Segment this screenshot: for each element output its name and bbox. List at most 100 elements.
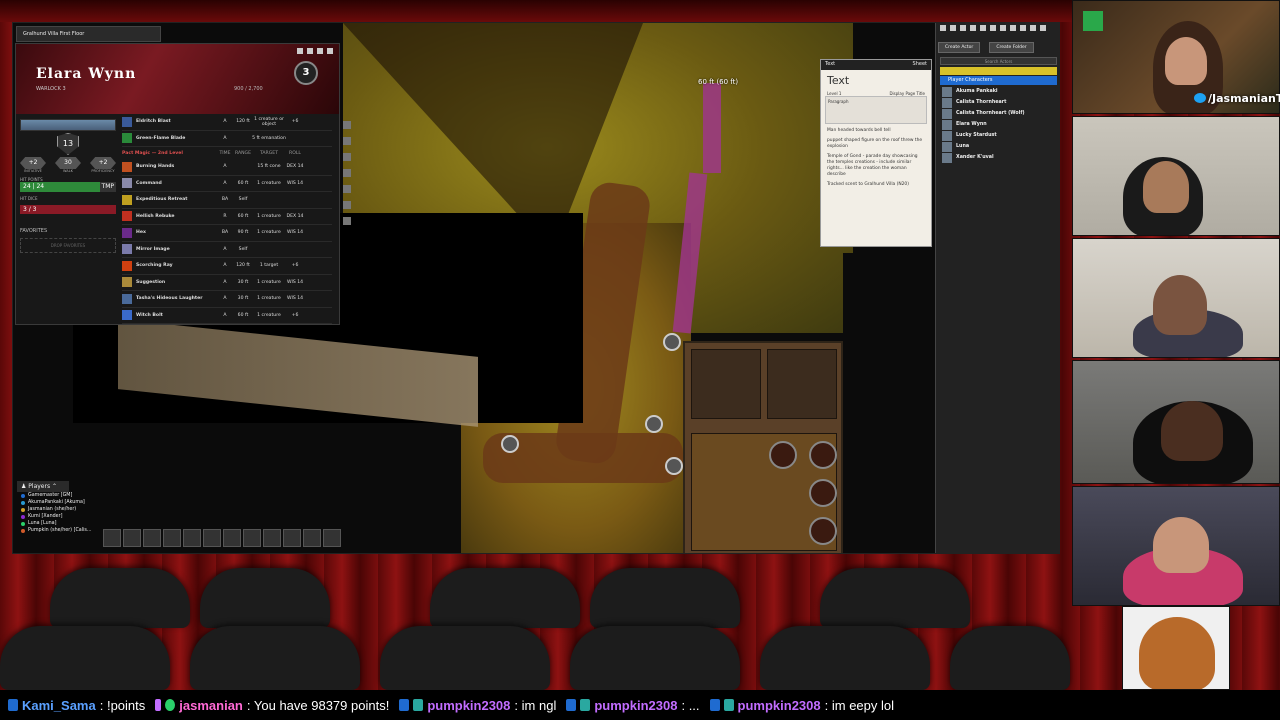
tab-icon[interactable]: [343, 137, 351, 145]
scene-tab[interactable]: Gralhund Villa First Floor: [16, 26, 161, 42]
spell-roll[interactable]: +6: [286, 119, 304, 124]
spell-name[interactable]: Expeditious Retreat: [136, 197, 216, 202]
player-entry[interactable]: Jasmanian (she/her): [17, 506, 97, 513]
display-title-toggle[interactable]: Display Page Title: [889, 91, 925, 96]
hp-bar[interactable]: 24 | 24 TMP: [20, 182, 116, 192]
spell-row[interactable]: Eldritch Blast A 120 ft 1 creature or objec…: [122, 114, 332, 131]
chat-tab-icon[interactable]: [940, 25, 946, 31]
macro-slot[interactable]: [323, 529, 341, 547]
enemy-token[interactable]: [809, 517, 837, 545]
editor-toolbar[interactable]: Paragraph: [825, 96, 927, 124]
spell-roll[interactable]: WIS 14: [286, 280, 304, 285]
spell-roll[interactable]: +6: [286, 313, 304, 318]
compendium-tab-icon[interactable]: [1030, 25, 1036, 31]
favorites-dropzone[interactable]: DROP FAVORITES: [20, 238, 116, 253]
spell-name[interactable]: Burning Hands: [136, 164, 216, 169]
spell-row[interactable]: Mirror Image A Self: [122, 242, 332, 258]
tab-icon[interactable]: [343, 201, 351, 209]
macro-slot[interactable]: [123, 529, 141, 547]
tables-tab-icon[interactable]: [1000, 25, 1006, 31]
enemy-token[interactable]: [769, 441, 797, 469]
spell-name[interactable]: Command: [136, 181, 216, 186]
create-actor-button[interactable]: Create Actor: [938, 42, 981, 53]
folder-row[interactable]: [940, 67, 1057, 75]
combat-tab-icon[interactable]: [950, 25, 956, 31]
macro-slot[interactable]: [103, 529, 121, 547]
spell-name[interactable]: Witch Bolt: [136, 313, 216, 318]
spell-roll[interactable]: DEX 14: [286, 164, 304, 169]
spell-row[interactable]: Witch Bolt A 60 ft 1 creature +6: [122, 308, 332, 324]
spell-row[interactable]: Tasha's Hideous Laughter A 30 ft 1 creature…: [122, 291, 332, 308]
journal-tab-icon[interactable]: [990, 25, 996, 31]
actor-entry[interactable]: Luna: [942, 141, 1059, 152]
macro-slot[interactable]: [143, 529, 161, 547]
settings-tab-icon[interactable]: [1040, 25, 1046, 31]
spell-row[interactable]: Suggestion A 30 ft 1 creature WIS 14: [122, 275, 332, 291]
spell-roll[interactable]: +6: [286, 263, 304, 268]
cards-tab-icon[interactable]: [1010, 25, 1016, 31]
spell-roll[interactable]: WIS 14: [286, 181, 304, 186]
macro-slot[interactable]: [303, 529, 321, 547]
player-token[interactable]: [663, 333, 681, 351]
spell-row[interactable]: Hellish Rebuke R 60 ft 1 creature DEX 14: [122, 209, 332, 225]
player-entry[interactable]: Pumpkin (she/her) [Calis...: [17, 527, 97, 534]
actor-search-input[interactable]: Search Actors: [940, 57, 1057, 65]
macro-slot[interactable]: [263, 529, 281, 547]
spell-name[interactable]: Green-Flame Blade: [136, 136, 216, 141]
star-icon[interactable]: [343, 217, 351, 225]
actors-tab-icon[interactable]: [970, 25, 976, 31]
macro-slot[interactable]: [203, 529, 221, 547]
player-entry[interactable]: Luna [Luna]: [17, 520, 97, 527]
spell-roll[interactable]: WIS 14: [286, 296, 304, 301]
spell-name[interactable]: Eldritch Blast: [136, 119, 216, 124]
items-tab-icon[interactable]: [980, 25, 986, 31]
players-header[interactable]: ♟ Players ⌃: [17, 481, 69, 492]
player-token[interactable]: [645, 415, 663, 433]
macro-slot[interactable]: [163, 529, 181, 547]
spell-name[interactable]: Tasha's Hideous Laughter: [136, 296, 216, 301]
macro-slot[interactable]: [283, 529, 301, 547]
spell-row[interactable]: Expeditious Retreat BA Self: [122, 192, 332, 209]
actor-entry[interactable]: Xander K'uval: [942, 152, 1059, 163]
tab-icon[interactable]: [343, 185, 351, 193]
close-icon[interactable]: [327, 48, 333, 54]
spell-row[interactable]: Scorching Ray A 120 ft 1 target +6: [122, 258, 332, 275]
actor-entry[interactable]: Elara Wynn: [942, 119, 1059, 130]
settings-icon[interactable]: [297, 48, 303, 54]
spell-name[interactable]: Hellish Rebuke: [136, 214, 216, 219]
actor-entry[interactable]: Calista Thornheart: [942, 97, 1059, 108]
scenes-tab-icon[interactable]: [960, 25, 966, 31]
player-token[interactable]: [665, 457, 683, 475]
actor-entry[interactable]: Akuma Pankaki: [942, 86, 1059, 97]
spell-roll[interactable]: WIS 14: [286, 230, 304, 235]
spell-row[interactable]: Green-Flame Blade A 5 ft emanation: [122, 131, 332, 147]
page-heading[interactable]: Text: [821, 70, 931, 91]
folder-player-characters[interactable]: Player Characters: [940, 76, 1057, 85]
macro-slot[interactable]: [243, 529, 261, 547]
spell-row[interactable]: Burning Hands A 15 ft cone DEX 14: [122, 159, 332, 176]
spell-name[interactable]: Scorching Ray: [136, 263, 216, 268]
playlists-tab-icon[interactable]: [1020, 25, 1026, 31]
create-folder-button[interactable]: Create Folder: [989, 42, 1034, 53]
page-body[interactable]: Man headed towards bell tell puppet shap…: [821, 124, 931, 196]
initiative-value[interactable]: +2: [20, 157, 46, 169]
spell-roll[interactable]: DEX 14: [286, 214, 304, 219]
player-entry[interactable]: Kumi [Xander]: [17, 513, 97, 520]
page-tab[interactable]: Text: [825, 61, 835, 69]
tab-icon[interactable]: [343, 169, 351, 177]
spell-row[interactable]: Hex BA 90 ft 1 creature WIS 14: [122, 225, 332, 242]
hit-dice-bar[interactable]: 3 / 3: [20, 205, 116, 214]
actor-entry[interactable]: Calista Thornheart (Wolf): [942, 108, 1059, 119]
player-entry[interactable]: AkumaPankaki [Akuma]: [17, 499, 97, 506]
macro-slot[interactable]: [183, 529, 201, 547]
spell-row[interactable]: Command A 60 ft 1 creature WIS 14: [122, 176, 332, 192]
enemy-token[interactable]: [809, 479, 837, 507]
player-token[interactable]: [501, 435, 519, 453]
enemy-token[interactable]: [809, 441, 837, 469]
spell-name[interactable]: Suggestion: [136, 280, 216, 285]
spell-name[interactable]: Mirror Image: [136, 247, 216, 252]
macro-slot[interactable]: [223, 529, 241, 547]
heading-level-select[interactable]: Level 1: [827, 91, 841, 96]
temp-hp[interactable]: TMP: [99, 182, 116, 192]
minimize-icon[interactable]: [317, 48, 323, 54]
